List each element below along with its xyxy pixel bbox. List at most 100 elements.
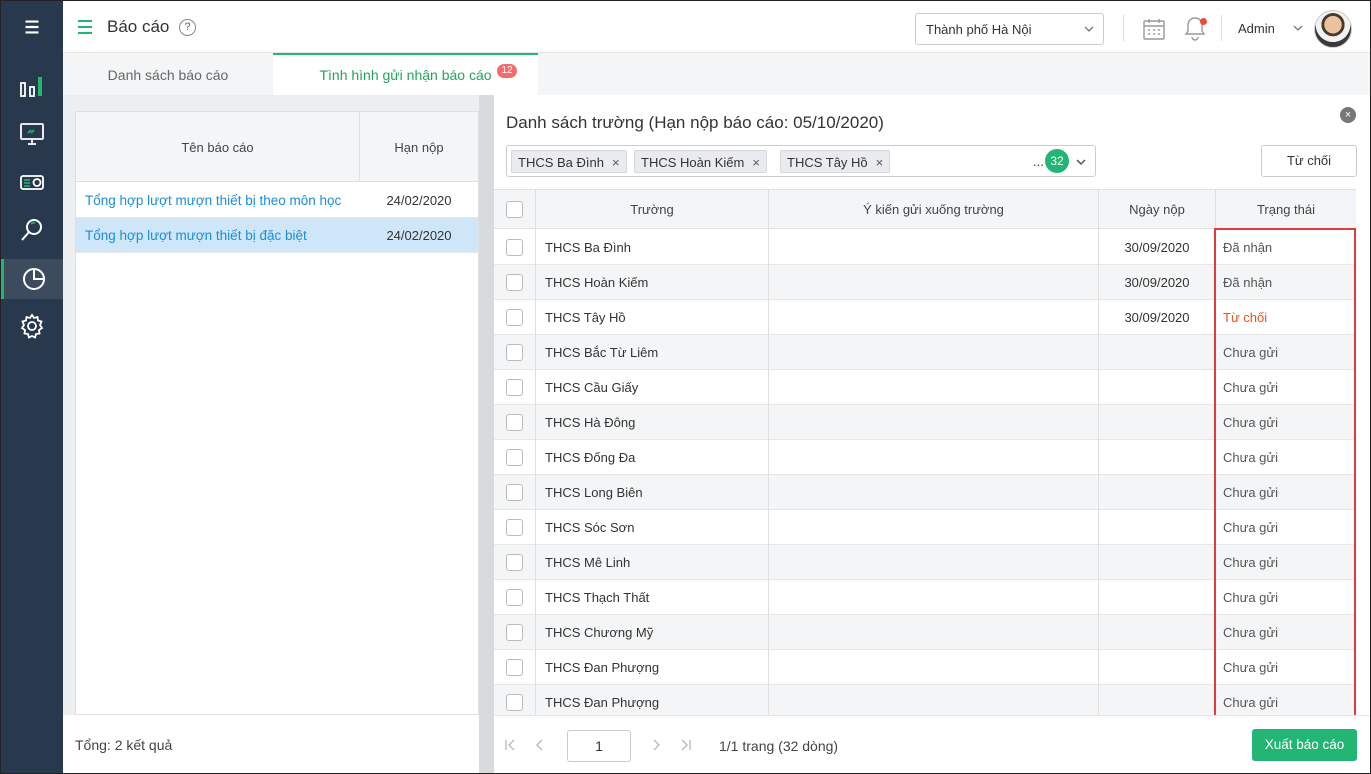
table-row[interactable]: THCS Cầu Giấy Chưa gửi (494, 370, 1356, 405)
sidebar-item-settings[interactable] (1, 306, 63, 346)
avatar[interactable] (1314, 10, 1352, 48)
table-row[interactable]: THCS Mê Linh Chưa gửi (494, 545, 1356, 580)
row-checkbox[interactable] (506, 589, 523, 606)
row-checkbox[interactable] (506, 414, 523, 431)
table-row-selected[interactable]: Tổng hợp lượt mượn thiết bị đặc biệt 24/… (76, 218, 478, 253)
row-checkbox[interactable] (506, 519, 523, 536)
table-row[interactable]: THCS Thạch Thất Chưa gửi (494, 580, 1356, 615)
status-text: Chưa gửi (1223, 590, 1278, 605)
chip-remove-icon[interactable]: × (752, 155, 760, 170)
tab-report-list[interactable]: Danh sách báo cáo (63, 53, 273, 95)
row-checkbox[interactable] (506, 309, 523, 326)
user-name[interactable]: Admin (1238, 21, 1275, 36)
school-panel: Danh sách trường (Hạn nộp báo cáo: 05/10… (494, 95, 1370, 773)
select-all-checkbox[interactable] (506, 201, 523, 218)
close-icon[interactable]: × (1340, 107, 1356, 123)
status-text: Chưa gửi (1223, 345, 1278, 360)
first-page-icon[interactable] (504, 738, 516, 752)
city-select[interactable]: Thành phố Hà Nội (915, 13, 1104, 45)
gear-icon (20, 313, 44, 339)
next-page-icon[interactable] (650, 738, 662, 752)
panel-splitter[interactable] (479, 95, 494, 773)
chip-remove-icon[interactable]: × (612, 155, 620, 170)
column-header-school[interactable]: Trường (536, 202, 768, 217)
page-title: Báo cáo (107, 17, 170, 36)
report-deadline: 24/02/2020 (386, 228, 452, 243)
page-info: 1/1 trang (32 dòng) (719, 738, 839, 754)
table-row[interactable]: THCS Sóc Sơn Chưa gửi (494, 510, 1356, 545)
hamburger-menu-icon[interactable] (1, 7, 63, 47)
help-icon[interactable]: ? (179, 19, 196, 36)
submit-date: 30/09/2020 (1124, 240, 1190, 255)
row-checkbox[interactable] (506, 484, 523, 501)
main-content: Tên báo cáo Hạn nộp Tổng hợp lượt mượn t… (63, 95, 1370, 773)
table-row[interactable]: THCS Chương Mỹ Chưa gửi (494, 615, 1356, 650)
column-divider (1098, 189, 1099, 715)
report-list-table: Tên báo cáo Hạn nộp Tổng hợp lượt mượn t… (75, 111, 479, 715)
row-checkbox[interactable] (506, 659, 523, 676)
row-checkbox[interactable] (506, 694, 523, 711)
column-header-deadline[interactable]: Hạn nộp (360, 140, 478, 155)
prev-page-icon[interactable] (534, 738, 546, 752)
export-report-button[interactable]: Xuất báo cáo (1252, 729, 1357, 761)
tab-report-status[interactable]: Tình hình gửi nhận báo cáo 12 (273, 53, 538, 95)
table-row[interactable]: THCS Đan Phượng Chưa gửi (494, 650, 1356, 685)
column-divider (768, 189, 769, 715)
table-row[interactable]: THCS Hà Đông Chưa gửi (494, 405, 1356, 440)
row-checkbox[interactable] (506, 239, 523, 256)
row-checkbox[interactable] (506, 624, 523, 641)
calendar-icon[interactable] (1143, 18, 1165, 40)
status-text: Chưa gửi (1223, 695, 1278, 710)
school-name: THCS Chương Mỹ (545, 625, 654, 640)
panel-title: Danh sách trường (Hạn nộp báo cáo: 05/10… (506, 113, 884, 132)
row-checkbox[interactable] (506, 344, 523, 361)
table-row[interactable]: THCS Đống Đa Chưa gửi (494, 440, 1356, 475)
last-page-icon[interactable] (680, 738, 692, 752)
report-name-link[interactable]: Tổng hợp lượt mượn thiết bị theo môn học (85, 193, 341, 208)
row-checkbox[interactable] (506, 554, 523, 571)
sidebar-item-search[interactable] (1, 210, 63, 250)
sidebar-item-dashboard[interactable] (1, 66, 63, 106)
column-header-name[interactable]: Tên báo cáo (76, 140, 359, 155)
school-table: Trường Ý kiến gửi xuống trường Ngày nộp … (494, 189, 1356, 715)
table-row[interactable]: THCS Hoàn Kiếm 30/09/2020 Đã nhận (494, 265, 1356, 300)
sidebar-item-report[interactable] (1, 259, 63, 299)
column-header-status[interactable]: Trạng thái (1216, 202, 1356, 217)
submit-date: 30/09/2020 (1124, 275, 1190, 290)
school-name: THCS Bắc Từ Liêm (545, 345, 659, 360)
sidebar-item-monitor[interactable] (1, 114, 63, 154)
submit-date: 30/09/2020 (1124, 310, 1190, 325)
sidebar (1, 1, 63, 773)
school-name: THCS Hà Đông (545, 415, 636, 430)
school-name: THCS Ba Đình (545, 240, 631, 255)
column-header-date[interactable]: Ngày nộp (1099, 202, 1215, 217)
school-multiselect[interactable]: THCS Ba Đình × THCS Hoàn Kiếm × THCS Tây H… (506, 145, 1096, 177)
magnifier-icon (21, 219, 42, 241)
row-checkbox[interactable] (506, 449, 523, 466)
table-row[interactable]: THCS Ba Đình 30/09/2020 Đã nhận (494, 230, 1356, 265)
report-name-link[interactable]: Tổng hợp lượt mượn thiết bị đặc biệt (85, 228, 307, 243)
app-window: Báo cáo ? Thành phố Hà Nội Admin Danh sá… (0, 0, 1371, 774)
table-row[interactable]: THCS Tây Hồ 30/09/2020 Từ chối (494, 300, 1356, 335)
left-footer: Tổng: 2 kết quả (63, 715, 479, 773)
pagination: 1 1/1 trang (32 dòng) Xuất báo cáo (494, 715, 1370, 773)
row-checkbox[interactable] (506, 379, 523, 396)
sidebar-item-equipment[interactable] (1, 162, 63, 202)
reject-button[interactable]: Từ chối (1261, 145, 1357, 177)
monitor-icon (20, 123, 44, 145)
table-row[interactable]: THCS Long Biên Chưa gửi (494, 475, 1356, 510)
page-number-input[interactable]: 1 (567, 730, 631, 762)
list-menu-icon[interactable] (77, 18, 93, 36)
chevron-down-icon[interactable] (1076, 157, 1086, 167)
row-checkbox[interactable] (506, 274, 523, 291)
table-row[interactable]: THCS Đan Phượng Chưa gửi (494, 685, 1356, 715)
tab-label: Danh sách báo cáo (107, 67, 229, 83)
table-row[interactable]: Tổng hợp lượt mượn thiết bị theo môn học… (76, 183, 478, 218)
school-name: THCS Đống Đa (545, 450, 636, 465)
column-header-comment[interactable]: Ý kiến gửi xuống trường (769, 202, 1098, 217)
school-chip: THCS Tây Hồ × (780, 150, 891, 173)
school-name: THCS Hoàn Kiếm (545, 275, 649, 290)
table-row[interactable]: THCS Bắc Từ Liêm Chưa gửi (494, 335, 1356, 370)
chevron-down-icon[interactable] (1293, 23, 1303, 33)
chip-remove-icon[interactable]: × (876, 155, 884, 170)
